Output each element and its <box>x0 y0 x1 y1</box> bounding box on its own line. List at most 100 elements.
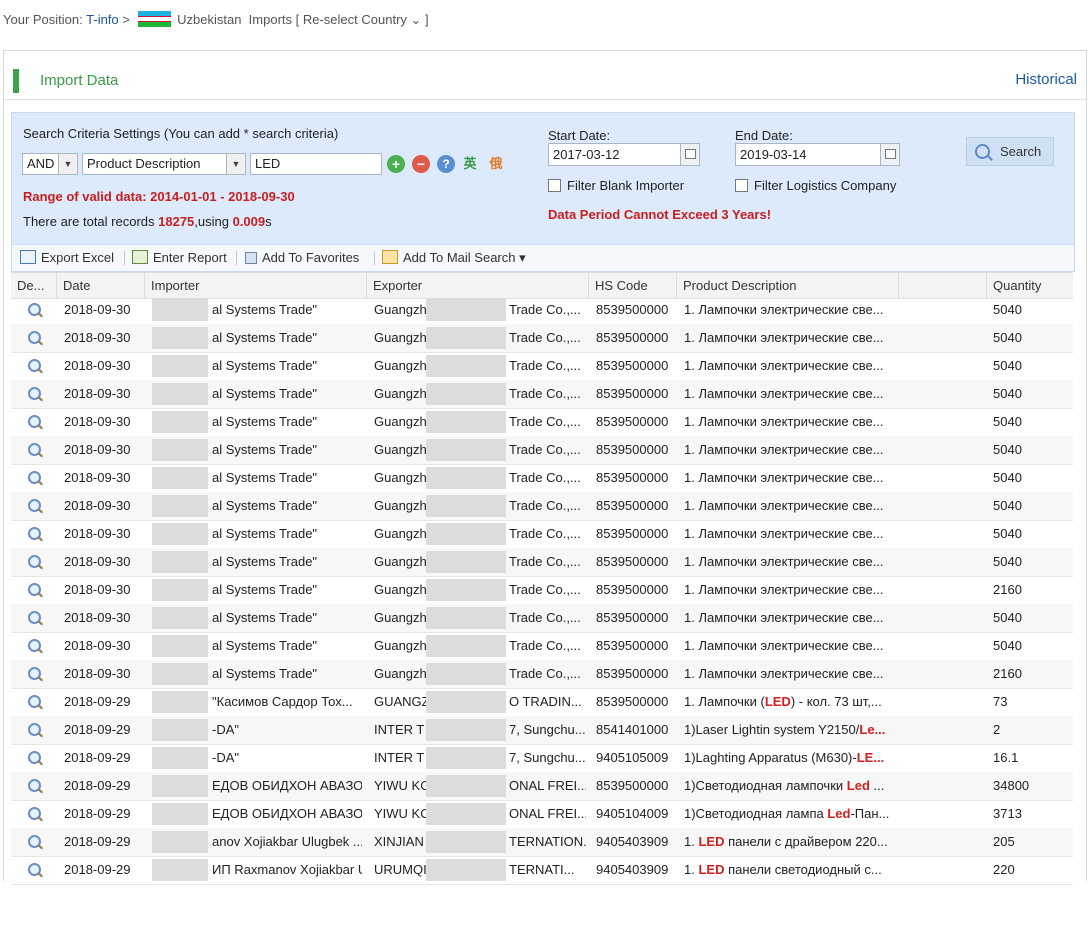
view-detail-icon[interactable] <box>28 639 41 652</box>
filter-blank-importer-checkbox[interactable]: Filter Blank Importer <box>548 178 684 193</box>
importer-text: al Systems Trade" <box>212 414 318 429</box>
redacted-block <box>426 691 506 713</box>
table-row[interactable]: 2018-09-30 al Systems Trade" Guangzh Trade … <box>11 464 1073 493</box>
table-row[interactable]: 2018-09-30 al Systems Trade" Guangzh Trade … <box>11 492 1073 521</box>
cell-date: 2018-09-29 <box>64 750 131 765</box>
view-detail-icon[interactable] <box>28 807 41 820</box>
col-detail[interactable]: De... <box>11 273 57 298</box>
breadcrumb-section: Imports <box>248 12 293 27</box>
end-date-input[interactable]: 2019-03-14 <box>735 143 900 166</box>
view-detail-icon[interactable] <box>28 835 41 848</box>
view-detail-icon[interactable] <box>28 611 41 624</box>
table-row[interactable]: 2018-09-30 al Systems Trade" Guangzh Trade … <box>11 576 1073 605</box>
search-button[interactable]: Search <box>966 137 1054 166</box>
cell-quantity: 5040 <box>993 386 1022 401</box>
add-to-mail-search-button[interactable]: Add To Mail Search ▾ <box>382 250 526 266</box>
add-criteria-icon[interactable]: + <box>387 155 405 173</box>
table-row[interactable]: 2018-09-30 al Systems Trade" Guangzh Trade … <box>11 408 1073 437</box>
breadcrumb-home-link[interactable]: T-info <box>86 12 119 27</box>
table-row[interactable]: 2018-09-29 -DA" INTER T 7, Sungchu... 940510… <box>11 744 1073 773</box>
english-language-icon[interactable]: 英 <box>461 155 479 173</box>
table-row[interactable]: 2018-09-29 ЕДОВ ОБИДХОН АВАЗО... YIWU KC ON… <box>11 800 1073 829</box>
col-importer[interactable]: Importer <box>145 273 367 298</box>
view-detail-icon[interactable] <box>28 583 41 596</box>
cell-date: 2018-09-29 <box>64 806 131 821</box>
view-detail-icon[interactable] <box>28 555 41 568</box>
filter-logistics-checkbox[interactable]: Filter Logistics Company <box>735 178 896 193</box>
redacted-block <box>152 775 208 797</box>
table-row[interactable]: 2018-09-29 -DA" INTER T 7, Sungchu... 854140… <box>11 716 1073 745</box>
view-detail-icon[interactable] <box>28 471 41 484</box>
view-detail-icon[interactable] <box>28 779 41 792</box>
redacted-block <box>152 831 208 853</box>
view-detail-icon[interactable] <box>28 415 41 428</box>
view-detail-icon[interactable] <box>28 667 41 680</box>
cell-importer: al Systems Trade" <box>152 296 362 324</box>
description-text: 1. <box>684 834 699 849</box>
logic-select[interactable]: AND ▼ <box>22 153 78 175</box>
col-exporter[interactable]: Exporter <box>367 273 589 298</box>
col-product-description[interactable]: Product Description <box>677 273 899 298</box>
keyword-input[interactable]: LED <box>250 153 382 175</box>
table-row[interactable]: 2018-09-30 al Systems Trade" Guangzh Trade … <box>11 380 1073 409</box>
col-quantity[interactable]: Quantity <box>987 273 1073 298</box>
view-detail-icon[interactable] <box>28 695 41 708</box>
table-row[interactable]: 2018-09-29 ЕДОВ ОБИДХОН АВАЗО... YIWU KC ON… <box>11 772 1073 801</box>
view-detail-icon[interactable] <box>28 443 41 456</box>
enter-report-button[interactable]: Enter Report <box>132 250 227 265</box>
table-row[interactable]: 2018-09-30 al Systems Trade" Guangzh Trade … <box>11 660 1073 689</box>
table-row[interactable]: 2018-09-29 "Касимов Сардор Тох... GUANGZ O … <box>11 688 1073 717</box>
cell-hs-code: 8539500000 <box>596 610 669 625</box>
remove-criteria-icon[interactable]: − <box>412 155 430 173</box>
start-date-input[interactable]: 2017-03-12 <box>548 143 700 166</box>
cell-hs-code: 9405104009 <box>596 806 669 821</box>
col-hs-code[interactable]: HS Code <box>589 273 677 298</box>
view-detail-icon[interactable] <box>28 359 41 372</box>
description-text: 1. Лампочки электрические све... <box>684 386 884 401</box>
view-detail-icon[interactable] <box>28 527 41 540</box>
importer-text: al Systems Trade" <box>212 554 318 569</box>
add-to-favorites-button[interactable]: Add To Favorites <box>245 250 359 265</box>
view-detail-icon[interactable] <box>28 387 41 400</box>
cell-exporter: XINJIAN TERNATION... <box>374 828 586 856</box>
table-row[interactable]: 2018-09-30 al Systems Trade" Guangzh Trade … <box>11 520 1073 549</box>
cell-quantity: 3713 <box>993 806 1022 821</box>
export-excel-button[interactable]: Export Excel <box>20 250 114 265</box>
cell-importer: ЕДОВ ОБИДХОН АВАЗО... <box>152 800 362 828</box>
view-detail-icon[interactable] <box>28 331 41 344</box>
view-detail-icon[interactable] <box>28 499 41 512</box>
view-detail-icon[interactable] <box>28 863 41 876</box>
reselect-country-link[interactable]: [ Re-select Country ⌄ ] <box>296 12 429 27</box>
table-row[interactable]: 2018-09-30 al Systems Trade" Guangzh Trade … <box>11 352 1073 381</box>
cell-date: 2018-09-30 <box>64 442 131 457</box>
field-select[interactable]: Product Description ▼ <box>82 153 246 175</box>
table-row[interactable]: 2018-09-30 al Systems Trade" Guangzh Trade … <box>11 548 1073 577</box>
table-row[interactable]: 2018-09-30 al Systems Trade" Guangzh Trade … <box>11 324 1073 353</box>
cell-product-description: 1. Лампочки электрические све... <box>684 492 974 520</box>
checkbox-box[interactable] <box>548 179 561 192</box>
table-row[interactable]: 2018-09-30 al Systems Trade" Guangzh Trade … <box>11 604 1073 633</box>
historical-link[interactable]: Historical <box>1015 71 1077 88</box>
checkbox-box[interactable] <box>735 179 748 192</box>
view-detail-icon[interactable] <box>28 723 41 736</box>
table-row[interactable]: 2018-09-29 anov Xojiakbar Ulugbek ... XINJ… <box>11 828 1073 857</box>
cell-hs-code: 8539500000 <box>596 582 669 597</box>
view-detail-icon[interactable] <box>28 751 41 764</box>
exporter-text-end: ONAL FREI... <box>509 806 586 821</box>
exporter-text-end: TERNATI... <box>509 862 575 877</box>
cell-quantity: 5040 <box>993 498 1022 513</box>
cell-date: 2018-09-30 <box>64 302 131 317</box>
table-row[interactable]: 2018-09-30 al Systems Trade" Guangzh Trade … <box>11 436 1073 465</box>
russian-language-icon[interactable]: 俄 <box>487 155 505 173</box>
cell-exporter: Guangzh Trade Co.,... <box>374 604 586 632</box>
col-date[interactable]: Date <box>57 273 145 298</box>
table-row[interactable]: 2018-09-30 al Systems Trade" Guangzh Trade … <box>11 296 1073 325</box>
importer-text: al Systems Trade" <box>212 470 318 485</box>
help-icon[interactable]: ? <box>437 155 455 173</box>
view-detail-icon[interactable] <box>28 303 41 316</box>
table-row[interactable]: 2018-09-30 al Systems Trade" Guangzh Trade … <box>11 632 1073 661</box>
calendar-icon[interactable] <box>680 144 699 165</box>
table-row[interactable]: 2018-09-29 ИП Raxmanov Xojiakbar Ulugbek … <box>11 856 1073 885</box>
calendar-icon[interactable] <box>880 144 899 165</box>
cell-product-description: 1. Лампочки электрические све... <box>684 576 974 604</box>
